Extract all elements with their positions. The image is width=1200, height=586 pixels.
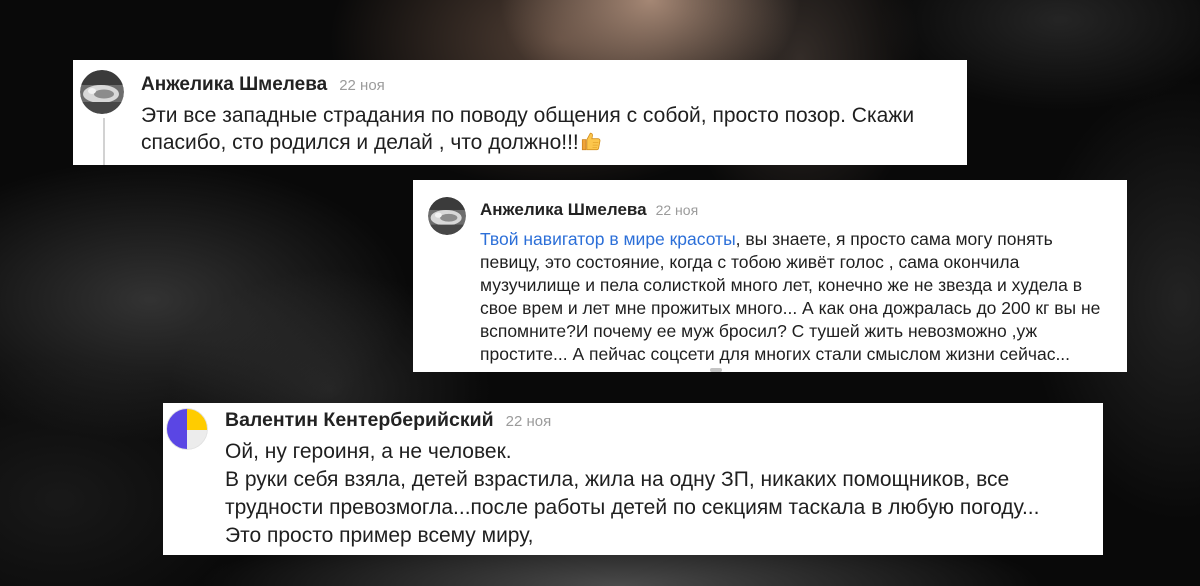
comment-text: Твой навигатор в мире красоты, вы знаете… <box>480 228 1100 366</box>
text-line-content: , вы знаете, я просто сама могу понять <box>735 229 1053 249</box>
text-line: Твой навигатор в мире красоты, вы знаете… <box>480 228 1100 251</box>
comment-date: 22 ноя <box>339 77 385 94</box>
cropped-fragment <box>710 368 722 372</box>
text-line: простите... А пейчас соцсети для многих … <box>480 344 1071 364</box>
profile-photo-avatar-icon <box>80 70 124 114</box>
default-avatar-icon <box>166 408 208 450</box>
text-line: В руки себя взяла, детей взрастила, жила… <box>225 468 1010 491</box>
text-line: музучилище и пела солисткой много лет, к… <box>480 275 1083 295</box>
text-line: спасибо, сто родился и делай , что должн… <box>141 129 914 156</box>
comment-header: Валентин Кентерберийский 22 ноя <box>225 409 551 433</box>
author-name[interactable]: Анжелика Шмелева <box>480 200 647 220</box>
text-line-content: спасибо, сто родился и делай , что должн… <box>141 131 579 154</box>
text-line: Это просто пример всему миру, <box>225 524 534 547</box>
comment-text: Ой, ну героиня, а не человек. В руки себ… <box>225 438 1039 550</box>
text-line: певицу, это состояние, когда с тобою жив… <box>480 252 1020 272</box>
comment-header: Анжелика Шмелева 22 ноя <box>480 200 698 220</box>
thread-line <box>103 118 105 165</box>
comment-date: 22 ноя <box>505 413 552 430</box>
profile-photo-avatar-icon <box>428 197 466 235</box>
comment-text: Эти все западные страдания по поводу общ… <box>141 102 914 156</box>
comment-header: Анжелика Шмелева 22 ноя <box>141 74 385 97</box>
author-name[interactable]: Валентин Кентерберийский <box>225 409 494 431</box>
mention-link[interactable]: Твой навигатор в мире красоты <box>480 229 736 249</box>
author-avatar[interactable] <box>80 70 124 114</box>
comment-card: Анжелика Шмелева 22 ноя Эти все западные… <box>73 60 967 165</box>
comment-card: Валентин Кентерберийский 22 ноя Ой, ну г… <box>163 403 1103 555</box>
screenshot-canvas: Анжелика Шмелева 22 ноя Эти все западные… <box>0 0 1200 586</box>
comment-card: Анжелика Шмелева 22 ноя Твой навигатор в… <box>413 180 1127 372</box>
text-line: трудности превозмогла...после работы дет… <box>225 496 1040 519</box>
author-avatar[interactable] <box>166 408 208 450</box>
text-line: вспомните?И почему ее муж бросил? С туше… <box>480 321 1038 341</box>
author-avatar[interactable] <box>428 197 466 235</box>
comment-date: 22 ноя <box>655 202 699 218</box>
text-line: Ой, ну героиня, а не человек. <box>225 440 512 463</box>
text-line: свое врем и лет мне прожитых много... А … <box>480 298 1101 318</box>
author-name[interactable]: Анжелика Шмелева <box>141 74 327 96</box>
text-line: Эти все западные страдания по поводу общ… <box>141 104 915 127</box>
thumbs-up-icon <box>580 130 602 152</box>
